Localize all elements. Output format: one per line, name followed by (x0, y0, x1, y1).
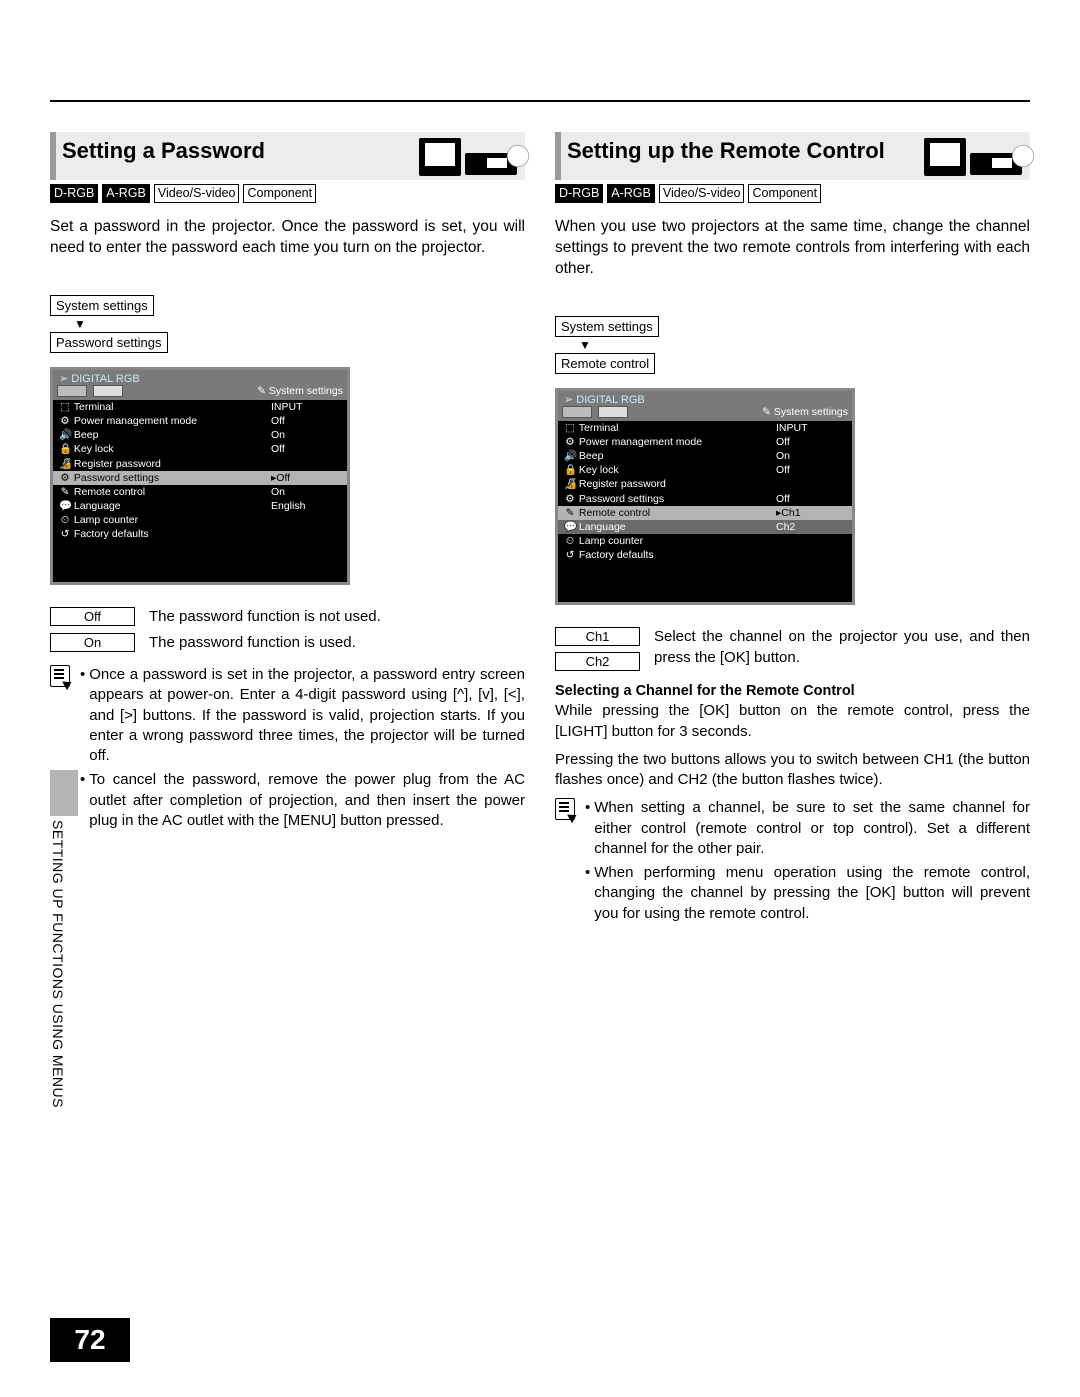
menu-path-item: System settings (50, 295, 154, 316)
option-desc: Select the channel on the projector you … (654, 627, 1030, 671)
subheading: Selecting a Channel for the Remote Contr… (555, 683, 1030, 699)
page-content: Setting a Password D-RGB A-RGB Video/S-v… (50, 0, 1030, 928)
option-row: Off The password function is not used. (50, 607, 525, 627)
option-label: Ch2 (555, 652, 640, 671)
osd-title: ➢ DIGITAL RGB (53, 370, 347, 385)
osd-row: ✎ Remote controlOn (53, 485, 347, 499)
page-number: 72 (50, 1318, 130, 1362)
note-body: When setting a channel, be sure to set t… (585, 798, 1030, 928)
option-desc: The password function is used. (149, 633, 525, 653)
osd-row: ↺ Factory defaults (53, 527, 347, 541)
top-rule (50, 100, 1030, 102)
osd-tab (57, 385, 87, 397)
paragraph: While pressing the [OK] button on the re… (555, 701, 1030, 742)
remote-icon (465, 153, 517, 175)
section-header-right: Setting up the Remote Control (555, 132, 1030, 180)
osd-row: ⏲ Lamp counter (558, 534, 852, 548)
osd-row: ⚙ Power management modeOff (53, 414, 347, 428)
input-tags: D-RGB A-RGB Video/S-video Component (50, 184, 525, 203)
intro-text: Set a password in the projector. Once th… (50, 217, 525, 259)
osd-row: ⚙ Power management modeOff (558, 435, 852, 449)
computer-icon (924, 138, 966, 176)
input-tags: D-RGB A-RGB Video/S-video Component (555, 184, 1030, 203)
osd-rows: ⬚ TerminalINPUT⚙ Power management modeOf… (53, 400, 347, 542)
osd-row: 💬 LanguageEnglish (53, 499, 347, 513)
down-arrow-icon: ▼ (74, 318, 86, 330)
osd-tab (598, 406, 628, 418)
osd-row: 🔊 BeepOn (558, 449, 852, 463)
osd-row-selected: ⚙ Password settings▸Off (53, 471, 347, 485)
option-row: Ch1 Ch2 Select the channel on the projec… (555, 627, 1030, 671)
note-block: When setting a channel, be sure to set t… (555, 798, 1030, 928)
side-tab-label: SETTING UP FUNCTIONS USING MENUS (50, 820, 66, 1108)
down-arrow-icon: ▼ (579, 339, 591, 351)
osd-empty (558, 562, 852, 602)
option-row: On The password function is used. (50, 633, 525, 653)
remote-icon (970, 153, 1022, 175)
osd-row: ⏲ Lamp counter (53, 513, 347, 527)
two-columns: Setting a Password D-RGB A-RGB Video/S-v… (50, 132, 1030, 928)
osd-row: ⬚ TerminalINPUT (53, 400, 347, 414)
menu-path-item: System settings (555, 316, 659, 337)
osd-row: 🔏 Register password (558, 477, 852, 491)
note-item: When setting a channel, be sure to set t… (585, 798, 1030, 859)
option-desc: The password function is not used. (149, 607, 525, 627)
osd-tab-label: ✎ System settings (257, 385, 343, 397)
osd-rows: ⬚ TerminalINPUT⚙ Power management modeOf… (558, 421, 852, 563)
note-icon (555, 798, 577, 928)
osd-tab (93, 385, 123, 397)
tag: Video/S-video (154, 184, 240, 203)
osd-tab-label: ✎ System settings (762, 406, 848, 418)
note-body: Once a password is set in the projector,… (80, 665, 525, 835)
menu-path: System settings ▼ Password settings (50, 295, 525, 353)
osd-tab (562, 406, 592, 418)
tag: Component (243, 184, 316, 203)
osd-row: 🔏 Register password (53, 457, 347, 471)
section-header-left: Setting a Password (50, 132, 525, 180)
side-tab-marker (50, 770, 78, 816)
header-icons (419, 138, 517, 176)
note-block: Once a password is set in the projector,… (50, 665, 525, 835)
osd-tabs: ✎ System settings (53, 385, 347, 400)
osd-row: 🔒 Key lockOff (558, 463, 852, 477)
osd-row-selected: ✎ Remote control▸Ch1 (558, 506, 852, 520)
option-block: Ch1 Ch2 Select the channel on the projec… (555, 627, 1030, 671)
osd-empty (53, 542, 347, 582)
intro-text: When you use two projectors at the same … (555, 217, 1030, 280)
option-label: Off (50, 607, 135, 626)
note-item: When performing menu operation using the… (585, 863, 1030, 924)
tag: D-RGB (50, 184, 98, 203)
note-item: Once a password is set in the projector,… (80, 665, 525, 766)
menu-path-item: Password settings (50, 332, 168, 353)
osd-tabs: ✎ System settings (558, 406, 852, 421)
note-item: To cancel the password, remove the power… (80, 770, 525, 831)
osd-menu: ➢ DIGITAL RGB ✎ System settings ⬚ Termin… (555, 388, 855, 606)
tag: Component (748, 184, 821, 203)
computer-icon (419, 138, 461, 176)
menu-path-item: Remote control (555, 353, 655, 374)
menu-path: System settings ▼ Remote control (555, 316, 1030, 374)
option-label: Ch1 (555, 627, 640, 646)
osd-row: 💬 LanguageCh2 (558, 520, 852, 534)
tag: Video/S-video (659, 184, 745, 203)
left-column: Setting a Password D-RGB A-RGB Video/S-v… (50, 132, 525, 928)
option-label: On (50, 633, 135, 652)
option-block: Off The password function is not used. O… (50, 607, 525, 654)
osd-row: ↺ Factory defaults (558, 548, 852, 562)
osd-menu: ➢ DIGITAL RGB ✎ System settings ⬚ Termin… (50, 367, 350, 585)
osd-row: 🔒 Key lockOff (53, 442, 347, 456)
osd-row: ⬚ TerminalINPUT (558, 421, 852, 435)
paragraph: Pressing the two buttons allows you to s… (555, 750, 1030, 791)
header-icons (924, 138, 1022, 176)
tag: D-RGB (555, 184, 603, 203)
osd-title: ➢ DIGITAL RGB (558, 391, 852, 406)
tag: A-RGB (102, 184, 150, 203)
section-title: Setting a Password (62, 138, 419, 163)
section-title: Setting up the Remote Control (567, 138, 924, 163)
right-column: Setting up the Remote Control D-RGB A-RG… (555, 132, 1030, 928)
osd-row: ⚙ Password settingsOff (558, 492, 852, 506)
tag: A-RGB (607, 184, 655, 203)
osd-row: 🔊 BeepOn (53, 428, 347, 442)
